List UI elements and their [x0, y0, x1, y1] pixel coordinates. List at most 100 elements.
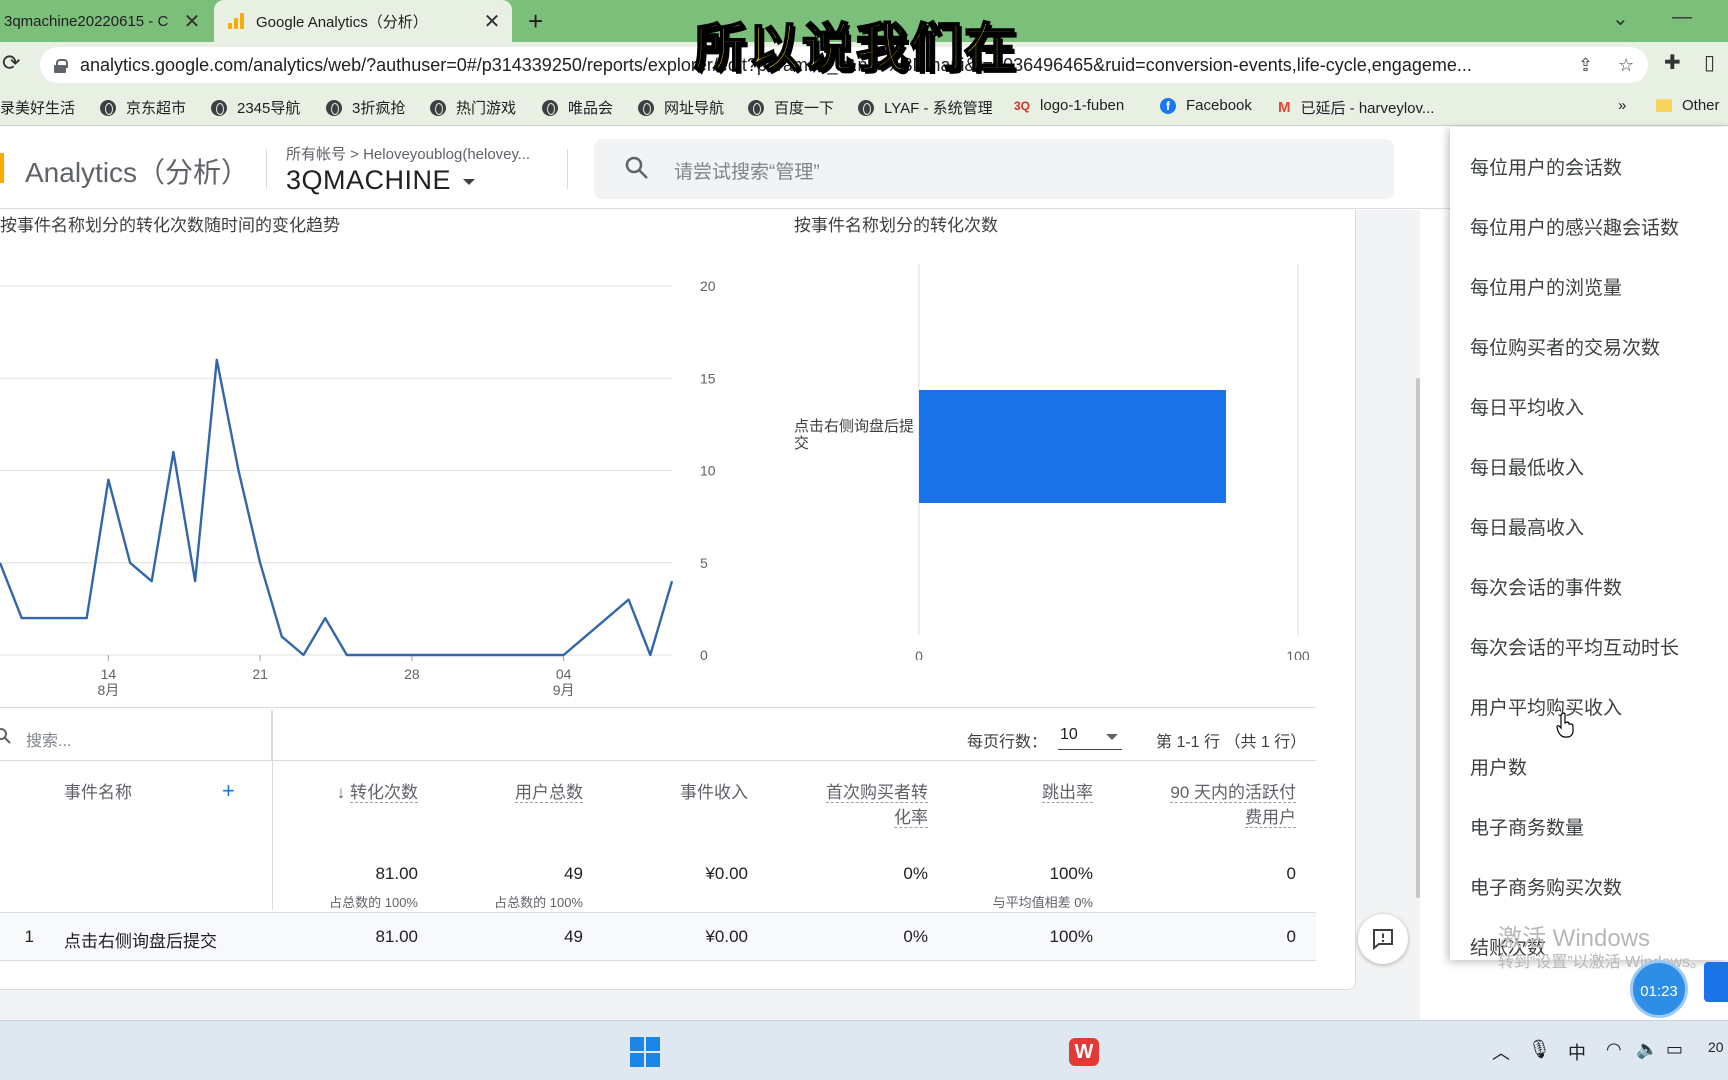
input-method-indicator[interactable]: 中: [1568, 1039, 1586, 1065]
menu-item[interactable]: 用户数: [1470, 753, 1527, 780]
bookmark-item[interactable]: 3折疯抢: [326, 97, 405, 118]
menu-item[interactable]: 每次会话的事件数: [1470, 573, 1622, 600]
total-first-purchaser-rate: 0%: [903, 864, 928, 883]
menu-item[interactable]: 电子商务数量: [1470, 813, 1584, 840]
feedback-button[interactable]: [1358, 914, 1408, 964]
share-icon[interactable]: ⇪: [1578, 55, 1593, 76]
header-event-name[interactable]: 事件名称: [64, 780, 132, 805]
scrollbar[interactable]: [1416, 378, 1420, 898]
line-chart[interactable]: 0 5 10 15 20 148月 21 28 049月: [0, 230, 740, 700]
menu-item[interactable]: 每次会话的平均互动时长: [1470, 633, 1679, 660]
bookmark-item[interactable]: 录美好生活: [0, 97, 75, 118]
x-tick-label: 100: [1286, 648, 1310, 660]
bookmark-label: 热门游戏: [456, 100, 517, 117]
dropdown-arrow-icon: [463, 178, 476, 185]
menu-item[interactable]: 每日最低收入: [1470, 453, 1584, 480]
reload-icon[interactable]: ⟳: [2, 50, 20, 76]
clock-text[interactable]: 20: [1708, 1039, 1724, 1055]
wifi-icon[interactable]: ◠: [1606, 1039, 1622, 1060]
bookmark-label: 2345导航: [237, 100, 301, 117]
bookmark-item[interactable]: f Facebook: [1160, 97, 1252, 114]
side-action-button[interactable]: [1704, 962, 1728, 1002]
menu-item[interactable]: 每日最高收入: [1470, 513, 1584, 540]
product-name[interactable]: Analytics（分析）: [25, 151, 249, 191]
search-icon: [625, 156, 648, 179]
header-conversions[interactable]: ↓ 转化次数: [300, 780, 418, 805]
show-hidden-icons-chevron-icon[interactable]: ︿: [1492, 1039, 1510, 1065]
header-label: 用户总数: [515, 783, 583, 803]
bookmark-label: 京东超市: [126, 100, 187, 117]
minimize-window-icon[interactable]: —: [1672, 6, 1692, 29]
windows-taskbar: W ︿ 🎙 中 ◠ 🔈 ▭ 20: [0, 1020, 1728, 1080]
bookmark-label: 录美好生活: [0, 100, 76, 117]
account-breadcrumb[interactable]: 所有帐号 > Heloveyoublog(heloveу...: [286, 143, 530, 164]
header-bounce-rate[interactable]: 跳出率: [990, 780, 1093, 805]
close-tab-icon[interactable]: ✕: [180, 9, 204, 34]
side-panel-icon[interactable]: ▯: [1704, 50, 1715, 75]
bookmark-item[interactable]: 热门游戏: [430, 97, 516, 118]
bookmark-label: 百度一下: [774, 100, 835, 117]
windows-start-icon[interactable]: [630, 1037, 660, 1067]
volume-icon[interactable]: 🔈: [1636, 1039, 1658, 1060]
header-label: 跳出率: [1042, 783, 1093, 803]
hand-cursor-icon: [1556, 712, 1574, 738]
header-active-paying-users[interactable]: 90 天内的活跃付 费用户: [1120, 780, 1296, 830]
menu-item[interactable]: 每位购买者的交易次数: [1470, 333, 1660, 360]
globe-icon: [748, 99, 764, 116]
bookmark-label: LYAF - 系统管理: [884, 100, 993, 117]
extensions-puzzle-icon[interactable]: ✚: [1664, 50, 1681, 75]
header-first-purchaser-rate[interactable]: 首次购买者转 化率: [780, 780, 928, 830]
battery-icon[interactable]: ▭: [1666, 1039, 1683, 1060]
bookmark-item[interactable]: 京东超市: [100, 97, 186, 118]
tab-3qmachine[interactable]: 3qmachine20220615 - C ✕: [0, 0, 212, 42]
table-search-input[interactable]: 搜索...: [0, 710, 272, 760]
row-index: 1: [24, 927, 34, 946]
other-bookmarks-folder[interactable]: Other: [1656, 97, 1720, 114]
bookmark-star-icon[interactable]: ☆: [1618, 55, 1634, 76]
pagination-text: 第 1-1 行 （共 1 行）: [1156, 734, 1307, 751]
tab-google-analytics[interactable]: Google Analytics（分析） ✕: [214, 0, 512, 42]
y-tick-label: 0: [700, 647, 708, 663]
row-event-name[interactable]: 点击右侧询盘后提交: [64, 927, 217, 952]
close-tab-icon[interactable]: ✕: [480, 9, 504, 34]
property-selector[interactable]: 3QMACHINE: [286, 165, 476, 196]
bar-category-label: 点击右侧询盘后提交: [794, 418, 915, 452]
bookmark-item[interactable]: 2345导航: [211, 97, 300, 118]
menu-item[interactable]: 电子商务购买次数: [1470, 873, 1622, 900]
new-tab-button[interactable]: +: [528, 6, 543, 37]
add-dimension-button[interactable]: +: [222, 778, 235, 803]
wps-office-icon[interactable]: W: [1069, 1038, 1099, 1066]
divider: [567, 149, 568, 189]
bookmark-item[interactable]: LYAF - 系统管理: [858, 97, 993, 118]
recording-timer[interactable]: 01:23: [1630, 960, 1688, 1018]
rows-per-page-select[interactable]: 10: [1058, 722, 1122, 750]
bookmark-item[interactable]: 网址导航: [638, 97, 724, 118]
bookmarks-overflow-button[interactable]: »: [1618, 97, 1626, 114]
bookmark-item[interactable]: 百度一下: [748, 97, 834, 118]
menu-item[interactable]: 每位用户的感兴趣会话数: [1470, 213, 1679, 240]
microphone-icon[interactable]: 🎙: [1528, 1039, 1551, 1060]
bookmark-label: 网址导航: [664, 100, 725, 117]
x-tick-label: 0: [915, 648, 923, 660]
bar-chart[interactable]: 0 100: [900, 230, 1320, 660]
menu-item[interactable]: 用户平均购买收入: [1470, 693, 1622, 720]
total-conversions: 81.00: [375, 864, 418, 883]
bookmark-item[interactable]: 3Q logo-1-fuben: [1014, 97, 1124, 114]
header-event-revenue[interactable]: 事件收入: [640, 780, 748, 805]
header-total-users[interactable]: 用户总数: [470, 780, 583, 805]
table-row[interactable]: 1 点击右侧询盘后提交 81.00 49 ¥0.00 0% 100% 0: [0, 913, 1316, 960]
bookmark-item[interactable]: M 已延后 - harveylov...: [1278, 97, 1434, 118]
bookmark-item[interactable]: 唯品会: [542, 97, 613, 118]
menu-item[interactable]: 每位用户的浏览量: [1470, 273, 1622, 300]
tab-search-chevron-icon[interactable]: ⌄: [1612, 6, 1629, 31]
menu-item[interactable]: 每位用户的会话数: [1470, 153, 1622, 180]
menu-item[interactable]: 每日平均收入: [1470, 393, 1584, 420]
feedback-icon: [1373, 929, 1393, 951]
header-label: 转化次数: [350, 783, 418, 803]
x-tick-month-label: 9月: [553, 682, 575, 698]
y-tick-label: 15: [700, 370, 716, 386]
y-tick-label: 20: [700, 278, 716, 294]
analytics-header: Analytics（分析） 所有帐号 > Heloveyoublog(helov…: [0, 127, 1450, 209]
report-card: 按事件名称划分的转化次数随时间的变化趋势 按事件名称划分的转化次数 0 5 10 15…: [0, 210, 1356, 990]
search-input[interactable]: 请尝试搜索“管理”: [594, 139, 1394, 199]
